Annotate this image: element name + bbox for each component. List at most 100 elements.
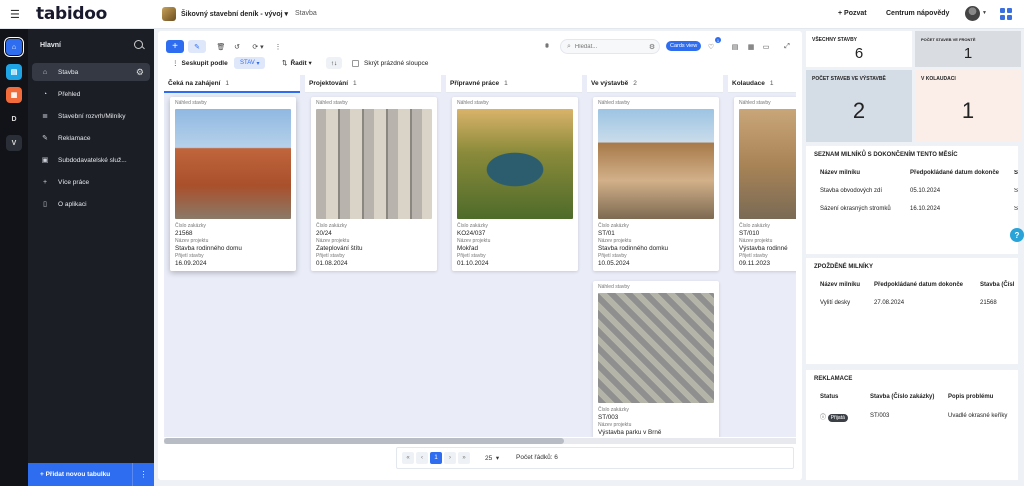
plus-icon: + [42, 178, 48, 186]
rail-home-icon[interactable]: ⌂ [4, 37, 24, 57]
column-header[interactable]: Ve výstavbě 2 [587, 75, 723, 93]
rail-app-d[interactable]: D [6, 111, 22, 127]
kanban-column: Ve výstavbě 2 Náhled stavby Číslo zakázky… [587, 75, 725, 437]
search-input[interactable] [574, 43, 645, 50]
wrench-icon: ✎ [42, 135, 48, 142]
help-bubble-icon[interactable]: ? [1010, 228, 1024, 242]
calendar-icon[interactable]: ▭ [761, 40, 771, 53]
tab-stavba[interactable]: Stavba [295, 10, 317, 17]
app-logo[interactable]: tabidoo [36, 4, 107, 24]
settings-icon[interactable]: ⚙ [649, 43, 655, 51]
prev-page-button[interactable]: ‹ [416, 452, 428, 464]
construction-photo [175, 109, 291, 219]
sidebar: Hlavní ⌂ Stavba ⚙ ◔ Přehled ≣ Stavební r… [28, 29, 154, 486]
next-page-button[interactable]: › [444, 452, 456, 464]
sort-button[interactable]: ⇅ Řadit ▾ [282, 57, 312, 69]
more-options-icon[interactable]: ⋮ [132, 463, 154, 486]
kanban-board: Čeká na zahájení 1 Náhled stavby Číslo za… [164, 75, 796, 437]
group-by-value[interactable]: STAV ▾ [234, 57, 266, 69]
invite-button[interactable]: + Pozvat [838, 10, 867, 17]
sort-icon: ⇅ [282, 60, 288, 67]
sidebar-item-rozvrh[interactable]: ≣ Stavební rozvrh/Milníky [32, 107, 150, 125]
card[interactable]: Náhled stavby Číslo zakázky 21568 Název … [170, 97, 296, 271]
menu-icon[interactable]: ☰ [10, 8, 20, 21]
add-record-button[interactable]: + [166, 40, 184, 53]
column-header[interactable]: Čeká na zahájení 1 [164, 75, 300, 93]
card[interactable]: Náhled stavby Číslo zakázky KO24/037 Náz… [452, 97, 578, 271]
filter-icon[interactable]: ⩩ [542, 40, 552, 53]
heart-icon[interactable]: ♡ [706, 40, 716, 53]
card[interactable]: Náhled stavby Číslo zakázky ST/010 Název… [734, 97, 796, 271]
card[interactable]: Náhled stavby Číslo zakázky ST/003 Název… [593, 281, 719, 437]
construction-photo [316, 109, 432, 219]
table-row: Sázení okrasných stromků [820, 206, 891, 212]
stat-queue: Počet staveb ve frontě 1 [915, 31, 1021, 67]
help-circle-icon: ⓘ [820, 415, 827, 421]
sidebar-item-o-aplikaci[interactable]: ▯ O aplikaci [32, 195, 150, 213]
notification-badge: 1 [715, 37, 721, 43]
scrollbar-thumb[interactable] [164, 438, 564, 444]
app-rail: ⌂ ▤ ▦ D V [0, 29, 28, 486]
pagination: « ‹ 1 › » [402, 451, 472, 465]
grid-view-icon[interactable]: ▦ [746, 40, 756, 53]
more-vertical-icon[interactable]: ⋮ [274, 40, 282, 53]
hide-empty-columns-toggle[interactable]: Skrýt prázdné sloupce [352, 57, 428, 69]
main-panel: + ✎ 🗑 ↺ ⟳ ▾ ⋮ ⩩ ⌕ ⚙ Cards view ♡ 1 ▤ ▦ ▭… [158, 31, 802, 480]
per-page-select[interactable]: 25 ▾ [485, 454, 499, 462]
column-header[interactable]: Kolaudace 1 [728, 75, 796, 93]
sort-order-icon[interactable]: ↑↓ [326, 57, 342, 69]
avatar[interactable] [965, 6, 980, 21]
construction-photo [598, 109, 714, 219]
add-table-button[interactable]: + Přidat novou tabulku [28, 463, 132, 486]
dashboard-icon: ◔ [42, 90, 48, 98]
checkbox[interactable] [352, 59, 359, 67]
help-center-link[interactable]: Centrum nápovědy [886, 10, 949, 17]
group-icon: ⋮ [172, 60, 179, 67]
rail-app-icon[interactable]: ▤ [6, 64, 22, 80]
kanban-column: Čeká na zahájení 1 Náhled stavby Číslo za… [164, 75, 302, 437]
table-row: ⓘ Přijatá [820, 412, 848, 422]
project-thumbnail [162, 7, 176, 21]
edit-icon[interactable]: ✎ [188, 40, 206, 53]
refresh-icon[interactable]: ⟳ ▾ [250, 40, 266, 53]
claims-panel: Reklamace Status Stavba (Číslo zakázky) … [806, 370, 1018, 480]
stat-kolaudace: V kolaudaci 1 [915, 70, 1021, 142]
mobile-icon: ▯ [43, 201, 47, 208]
search-icon: ⌕ [567, 42, 571, 50]
construction-photo [457, 109, 573, 219]
chevron-down-icon[interactable]: ▼ [982, 10, 987, 16]
sidebar-item-stavba[interactable]: ⌂ Stavba ⚙ [32, 63, 150, 81]
group-by-label[interactable]: ⋮ Seskupit podle [172, 57, 228, 69]
cards-view-toggle[interactable]: Cards view [666, 41, 702, 51]
table-view-icon[interactable]: ▤ [730, 40, 740, 53]
status-badge: Přijatá [827, 414, 848, 422]
rail-app-v[interactable]: V [6, 135, 22, 151]
milestones-panel: Seznam milníků s dokončením tento měsíc … [806, 146, 1018, 254]
card[interactable]: Náhled stavby Číslo zakázky ST/01 Název … [593, 97, 719, 271]
sidebar-heading: Hlavní [40, 42, 62, 49]
column-header[interactable]: Projektování 1 [305, 75, 441, 93]
gear-icon[interactable]: ⚙ [136, 67, 144, 78]
column-header[interactable]: Přípravné práce 1 [446, 75, 582, 93]
sidebar-item-vice-prace[interactable]: + Více práce [32, 173, 150, 191]
first-page-button[interactable]: « [402, 452, 414, 464]
construction-photo [598, 293, 714, 403]
kanban-column: Přípravné práce 1 Náhled stavby Číslo zak… [446, 75, 584, 437]
search-box[interactable]: ⌕ ⚙ [560, 39, 660, 54]
rail-app-icon[interactable]: ▦ [6, 87, 22, 103]
stat-building: Počet staveb ve výstavbě 2 [806, 70, 912, 142]
project-selector[interactable]: Šikovný stavební deník - vývoj ▾ [181, 10, 288, 18]
sidebar-item-subdodavatele[interactable]: ▣ Subdodavatelské služ... [32, 151, 150, 169]
sidebar-item-prehled[interactable]: ◔ Přehled [32, 85, 150, 103]
delete-icon[interactable]: 🗑 [216, 40, 226, 53]
sidebar-item-reklamace[interactable]: ✎ Reklamace [32, 129, 150, 147]
top-bar: ☰ tabidoo Šikovný stavební deník - vývoj… [0, 0, 1024, 29]
search-icon[interactable] [134, 40, 143, 49]
list-icon: ≣ [42, 113, 48, 120]
history-icon[interactable]: ↺ [232, 40, 242, 53]
current-page[interactable]: 1 [430, 452, 442, 464]
apps-grid-icon[interactable] [1000, 8, 1012, 20]
fullscreen-icon[interactable]: ⤢ [782, 40, 792, 53]
last-page-button[interactable]: » [458, 452, 470, 464]
card[interactable]: Náhled stavby Číslo zakázky 20/24 Název … [311, 97, 437, 271]
